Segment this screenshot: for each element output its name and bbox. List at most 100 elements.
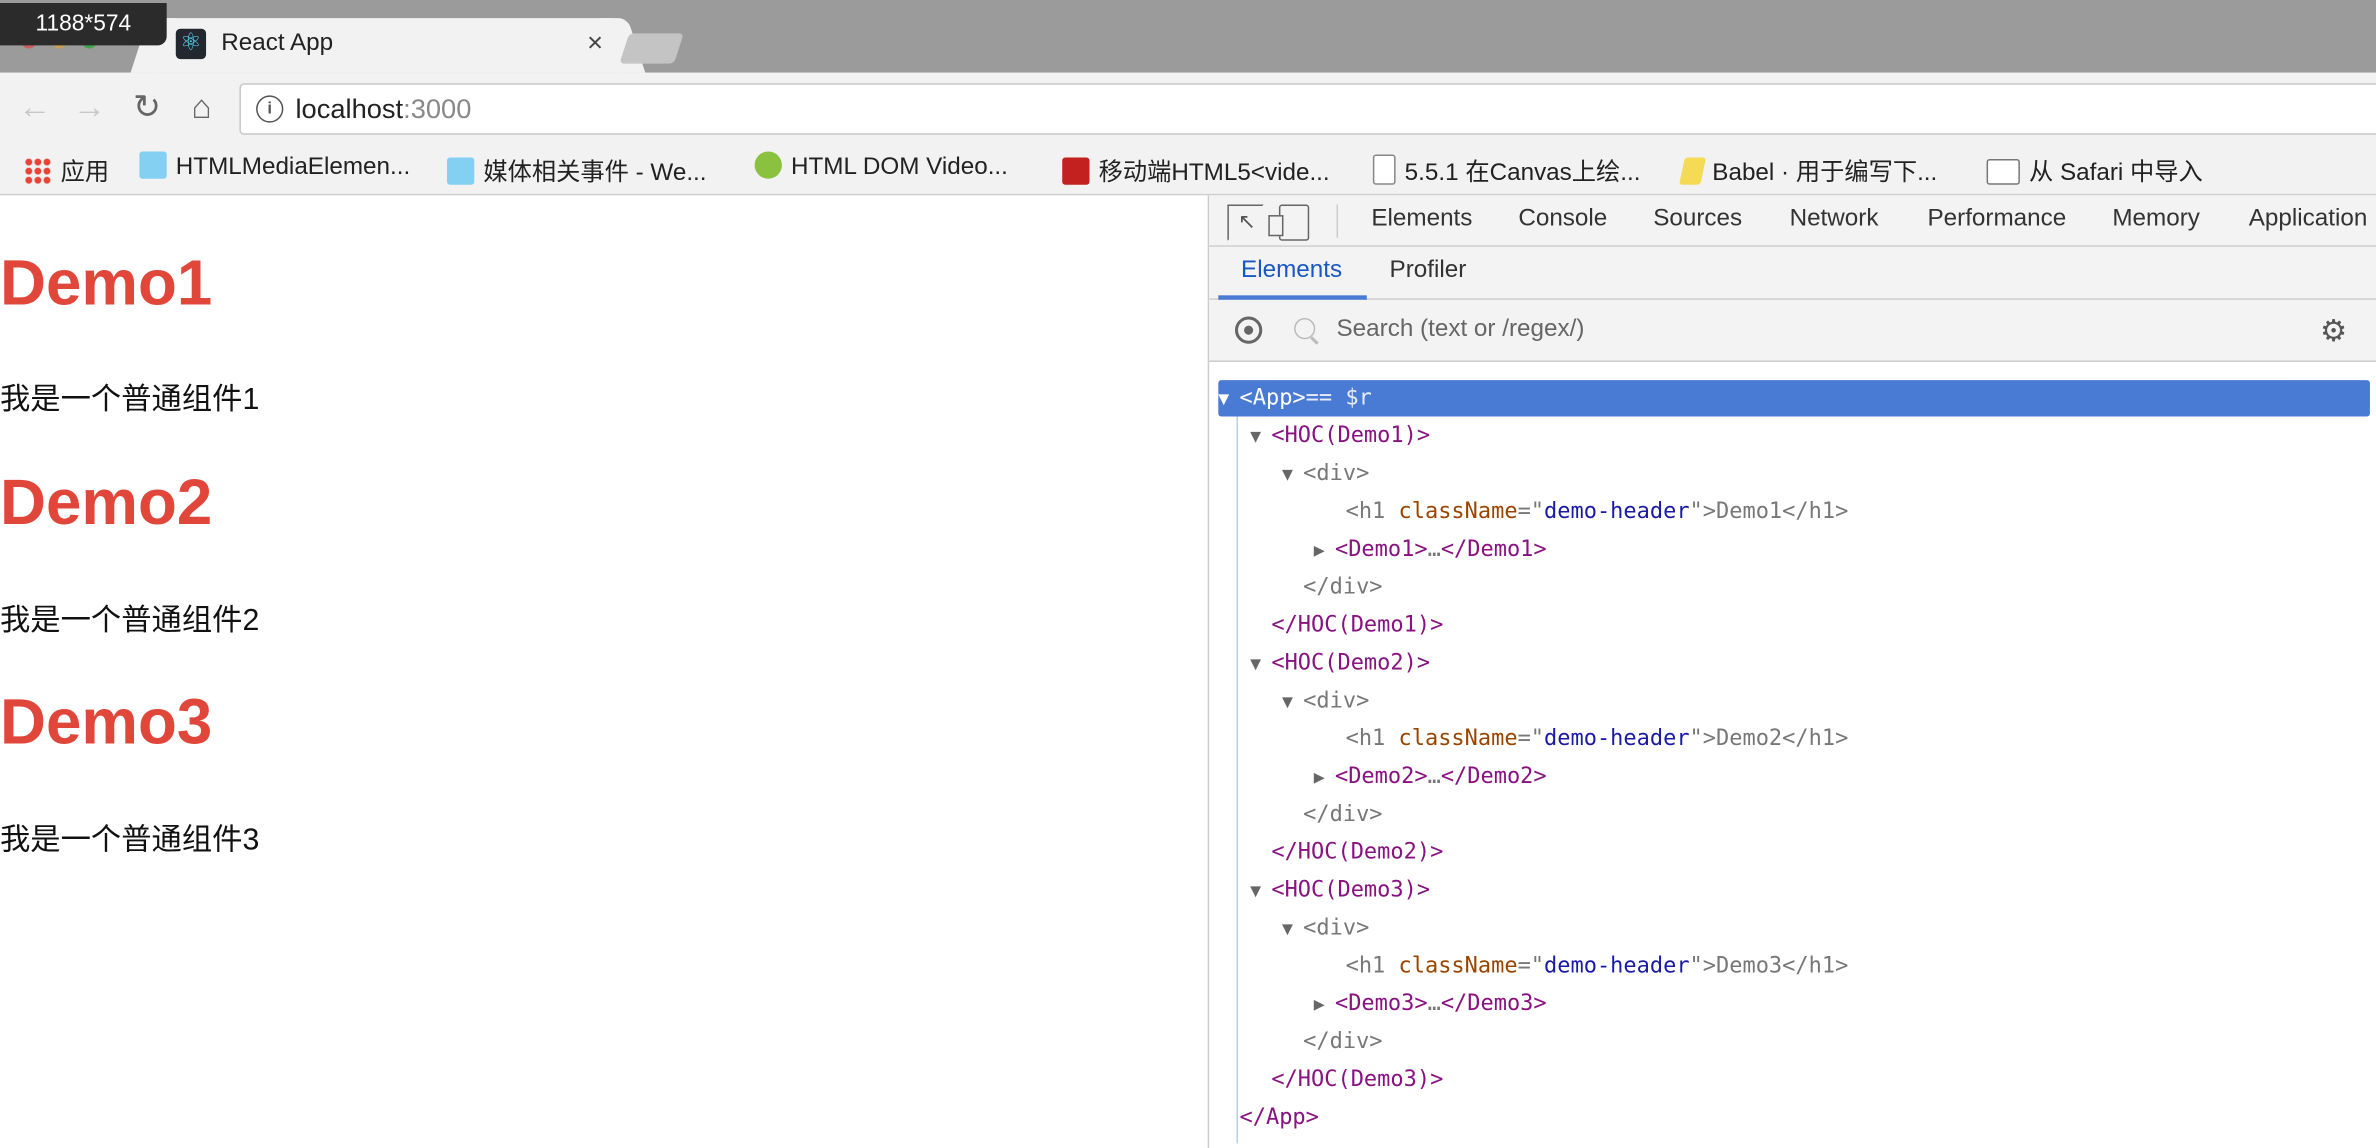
tag-name: <div> xyxy=(1303,916,1370,941)
tree-row-hoc-close[interactable]: </HOC(Demo2)> xyxy=(1271,834,1443,870)
bookmark-label: 从 Safari 中导入 xyxy=(2028,160,2203,187)
tag-name: <HOC(Demo3)> xyxy=(1271,878,1431,903)
tag-name: </div> xyxy=(1303,1029,1383,1055)
info-icon[interactable]: i xyxy=(256,95,284,123)
collapsed-triangle-icon[interactable]: ▶ xyxy=(1314,532,1335,568)
ellipsis: … xyxy=(1427,991,1441,1017)
tree-row-h1[interactable]: <h1 className="demo-header">Demo2</h1> xyxy=(1346,721,1849,757)
component-search-bar: ⚙ xyxy=(1209,299,2376,362)
component-search-input[interactable] xyxy=(1336,308,2276,352)
home-icon[interactable]: ⌂ xyxy=(182,88,221,127)
device-toolbar-icon[interactable] xyxy=(1268,204,1310,241)
tab-title: React App xyxy=(221,30,334,57)
csdn-icon xyxy=(1062,157,1090,185)
tag-name: <Demo3> xyxy=(1334,991,1428,1017)
tag-name: <h1 xyxy=(1345,726,1399,752)
tab-sources[interactable]: Sources xyxy=(1653,206,1742,233)
tree-row-hoc-close[interactable]: </HOC(Demo3)> xyxy=(1271,1062,1443,1098)
demo2-header: Demo2 xyxy=(0,466,213,538)
tree-row-hoc[interactable]: ▼ <HOC(Demo2)> xyxy=(1250,645,1430,681)
bookmark-item[interactable]: 5.5.1 在Canvas上绘... xyxy=(1372,151,1641,187)
tab-elements[interactable]: Elements xyxy=(1371,206,1472,233)
gear-icon[interactable]: ⚙ xyxy=(2320,312,2347,350)
tag-name: </div> xyxy=(1303,802,1383,827)
react-tab-profiler[interactable]: Profiler xyxy=(1390,257,1467,284)
tree-row-div-close[interactable]: </div> xyxy=(1303,797,1382,833)
tree-row-div[interactable]: ▼ <div> xyxy=(1282,910,1369,946)
select-element-target-icon[interactable] xyxy=(1234,316,1263,344)
expand-triangle-icon[interactable]: ▼ xyxy=(1218,380,1239,416)
tab-close-icon[interactable]: × xyxy=(587,27,603,59)
bookmark-label: Babel · 用于编写下... xyxy=(1712,160,1938,187)
tag-name: </div> xyxy=(1303,575,1383,600)
bookmark-label: 应用 xyxy=(60,160,110,187)
devtools-tabbar: Elements Console Sources Network Perform… xyxy=(1209,195,2376,247)
new-tab-button[interactable] xyxy=(619,33,684,64)
bookmark-label: 媒体相关事件 - We... xyxy=(483,160,707,187)
tree-row-div[interactable]: ▼ <div> xyxy=(1282,683,1369,719)
demo3-header: Demo3 xyxy=(0,686,213,758)
tree-row-h1[interactable]: <h1 className="demo-header">Demo1</h1> xyxy=(1346,494,1849,530)
bookmark-item[interactable]: HTMLMediaElemen... xyxy=(139,151,410,184)
tree-row-div[interactable]: ▼ <div> xyxy=(1282,456,1369,492)
attr-value: demo-header xyxy=(1544,726,1690,752)
tree-row-component[interactable]: ▶ <Demo3>…</Demo3> xyxy=(1314,986,1547,1022)
tab-network[interactable]: Network xyxy=(1790,206,1879,233)
expand-triangle-icon[interactable]: ▼ xyxy=(1250,872,1271,908)
expand-triangle-icon[interactable]: ▼ xyxy=(1282,683,1303,719)
tree-row-hoc[interactable]: ▼ <HOC(Demo1)> xyxy=(1250,418,1430,454)
back-arrow-icon[interactable]: ← xyxy=(15,88,54,127)
ellipsis: … xyxy=(1427,537,1441,562)
attr-name: className xyxy=(1398,499,1518,525)
tab-strip: 1188*574 ⚛ React App × xyxy=(0,0,2376,73)
document-icon xyxy=(1372,154,1396,185)
tag-name: <HOC(Demo1)> xyxy=(1271,424,1431,449)
reload-icon[interactable]: ↻ xyxy=(127,88,166,127)
collapsed-triangle-icon[interactable]: ▶ xyxy=(1314,986,1335,1022)
expand-triangle-icon[interactable]: ▼ xyxy=(1282,910,1303,946)
tag-rest: ">Demo2</h1> xyxy=(1689,726,1849,752)
separator xyxy=(1336,204,1339,238)
tag-name: <HOC(Demo2)> xyxy=(1271,651,1431,676)
tab-application[interactable]: Application xyxy=(2249,206,2368,233)
address-bar[interactable]: i localhost:3000 xyxy=(239,83,2376,135)
browser-toolbar: ← → ↻ ⌂ i localhost:3000 xyxy=(0,72,2376,143)
bookmark-apps[interactable]: 应用 xyxy=(24,151,110,187)
tree-row-hoc-close[interactable]: </HOC(Demo1)> xyxy=(1271,607,1443,643)
tree-row-app-close[interactable]: </App> xyxy=(1240,1100,1319,1136)
demo3-text: 我是一个普通组件3 xyxy=(0,823,260,858)
page-viewport: Demo1 我是一个普通组件1 Demo2 我是一个普通组件2 Demo3 我是… xyxy=(0,195,1207,1148)
bookmark-item[interactable]: 从 Safari 中导入 xyxy=(1986,151,2203,187)
tag-name: </HOC(Demo2)> xyxy=(1271,840,1444,865)
inspect-element-icon[interactable] xyxy=(1227,204,1264,241)
tree-row-hoc[interactable]: ▼ <HOC(Demo3)> xyxy=(1250,872,1430,908)
bookmark-label: 5.5.1 在Canvas上绘... xyxy=(1404,160,1641,187)
component-tree: ▼ <App>== $r ▼ <HOC(Demo1)> ▼ <div> <h1 cla… xyxy=(1209,362,2376,1148)
browser-tab[interactable]: ⚛ React App × xyxy=(151,18,625,73)
tree-row-app[interactable]: ▼ <App>== $r xyxy=(1218,380,2370,417)
expand-triangle-icon[interactable]: ▼ xyxy=(1282,456,1303,492)
bookmark-item[interactable]: Babel · 用于编写下... xyxy=(1679,151,1938,187)
bookmark-item[interactable]: 移动端HTML5<vide... xyxy=(1062,151,1330,186)
tree-row-div-close[interactable]: </div> xyxy=(1303,569,1382,605)
tree-row-h1[interactable]: <h1 className="demo-header">Demo3</h1> xyxy=(1346,948,1849,984)
expand-triangle-icon[interactable]: ▼ xyxy=(1250,645,1271,681)
react-tab-elements[interactable]: Elements xyxy=(1241,257,1342,284)
expand-triangle-icon[interactable]: ▼ xyxy=(1250,418,1271,454)
tab-memory[interactable]: Memory xyxy=(2112,206,2200,233)
tab-performance[interactable]: Performance xyxy=(1927,206,2066,233)
forward-arrow-icon[interactable]: → xyxy=(70,88,109,127)
tree-row-component[interactable]: ▶ <Demo2>…</Demo2> xyxy=(1314,759,1547,795)
tag-name: </Demo1> xyxy=(1440,537,1547,562)
tag-name: <Demo2> xyxy=(1334,764,1428,790)
size-badge: 1188*574 xyxy=(0,3,167,46)
tree-row-component[interactable]: ▶ <Demo1>…</Demo1> xyxy=(1314,532,1547,568)
attr-value: demo-header xyxy=(1544,954,1690,979)
tab-console[interactable]: Console xyxy=(1518,206,1607,233)
bookmark-item[interactable]: 媒体相关事件 - We... xyxy=(447,151,707,187)
tag-name: <div> xyxy=(1303,689,1370,714)
bookmark-item[interactable]: HTML DOM Video... xyxy=(754,151,1008,184)
url-text: localhost:3000 xyxy=(295,94,471,126)
tree-row-div-close[interactable]: </div> xyxy=(1303,1024,1382,1060)
collapsed-triangle-icon[interactable]: ▶ xyxy=(1314,759,1335,795)
